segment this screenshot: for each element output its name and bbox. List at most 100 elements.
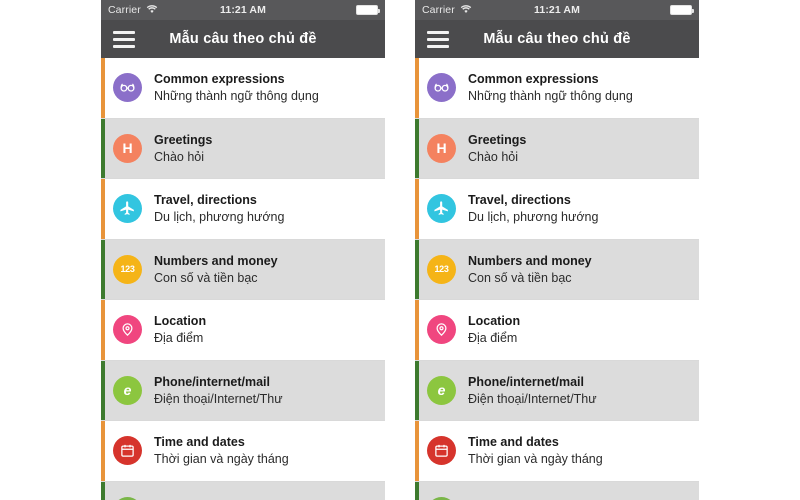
category-color-bar	[415, 58, 419, 118]
carrier-label: Carrier	[108, 4, 141, 16]
status-bar-left: Carrier	[108, 4, 158, 17]
internet-e-icon: e	[427, 375, 456, 405]
list-item-subtitle: Chào hỏi	[154, 149, 205, 164]
map-pin-icon	[113, 315, 142, 345]
hand-wave-icon: H	[427, 133, 456, 163]
list-item-text: Numbers and money Con số và tiền bạc	[468, 252, 592, 288]
list-item-subtitle: Chào hỏi	[468, 149, 519, 164]
screenshot-stage: Carrier 11:21 AM Mẫu câu theo chủ đề Common…	[0, 0, 800, 500]
list-item-title: Greetings	[468, 132, 527, 147]
list-item-title: Numbers and money	[154, 253, 278, 268]
category-color-bar	[101, 179, 105, 239]
category-color-bar	[101, 118, 105, 178]
status-bar-right	[356, 5, 380, 15]
list-item-text: Common expressions Những thành ngữ thông …	[468, 70, 633, 106]
status-bar-left: Carrier	[422, 4, 472, 17]
list-item[interactable]: 123 Numbers and money Con số và tiền bạc	[101, 239, 385, 300]
airplane-icon	[427, 194, 456, 224]
list-item-text: Travel, directions Du lịch, phương hướng	[154, 191, 284, 227]
list-item-subtitle: Những thành ngữ thông dụng	[154, 89, 319, 103]
category-color-bar	[101, 300, 105, 360]
list-item-text: Numbers and money Con số và tiền bạc	[154, 252, 278, 288]
list-item-subtitle: Những thành ngữ thông dụng	[468, 89, 633, 103]
category-color-bar	[101, 239, 105, 299]
list-item-text: Greetings Chào hỏi	[154, 131, 212, 167]
list-item-title: Location	[468, 314, 521, 328]
list-item[interactable]: Travel, directions Du lịch, phương hướng	[415, 179, 699, 240]
list-item[interactable]: Location Địa điểm	[415, 300, 699, 361]
list-item[interactable]: Travel, directions Du lịch, phương hướng	[101, 179, 385, 240]
carrier-label: Carrier	[422, 4, 455, 16]
category-color-bar	[101, 421, 105, 481]
list-item-subtitle: Điện thoại/Internet/Thư	[154, 391, 283, 406]
list-item[interactable]: Location Địa điểm	[101, 300, 385, 361]
nav-bar: Mẫu câu theo chủ đề	[101, 20, 385, 58]
list-item-subtitle: Địa điểm	[468, 331, 518, 345]
list-item-title: Travel, directions	[154, 193, 257, 207]
status-bar: Carrier 11:21 AM	[415, 0, 699, 20]
list-item-title: Greetings	[154, 132, 213, 147]
list-item-title: Time and dates	[154, 435, 245, 449]
category-color-bar	[415, 118, 419, 178]
category-color-bar	[101, 58, 105, 118]
list-item[interactable]: Time and dates Thời gian và ngày tháng	[101, 421, 385, 482]
category-color-bar	[415, 239, 419, 299]
category-color-bar	[415, 421, 419, 481]
list-item[interactable]: Common expressions Những thành ngữ thông …	[415, 58, 699, 119]
status-bar-right	[670, 5, 694, 15]
calendar-icon	[427, 436, 456, 466]
internet-e-icon: e	[113, 375, 142, 405]
list-item[interactable]: Accommodations	[101, 481, 385, 500]
list-item-text: Time and dates Thời gian và ngày tháng	[154, 433, 289, 469]
list-item-text: Travel, directions Du lịch, phương hướng	[468, 191, 598, 227]
list-item-title: Numbers and money	[468, 253, 592, 268]
list-item-text: Common expressions Những thành ngữ thông …	[154, 70, 319, 106]
wifi-icon	[460, 4, 472, 17]
glasses-icon	[427, 73, 456, 103]
list-item-title: Phone/internet/mail	[468, 374, 584, 389]
list-item-subtitle: Con số và tiền bạc	[468, 270, 572, 285]
list-item-title: Location	[154, 314, 207, 328]
page-title: Mẫu câu theo chủ đề	[169, 31, 317, 47]
glasses-icon	[113, 73, 142, 103]
list-item[interactable]: e Phone/internet/mail Điện thoại/Internet/…	[415, 360, 699, 421]
battery-full-icon	[670, 5, 694, 15]
hamburger-menu-icon[interactable]	[113, 30, 135, 48]
list-item-subtitle: Con số và tiền bạc	[154, 270, 258, 285]
list-item-subtitle: Du lịch, phương hướng	[154, 210, 285, 224]
list-item-subtitle: Điện thoại/Internet/Thư	[468, 391, 597, 406]
topic-list: Common expressions Những thành ngữ thông …	[415, 58, 699, 500]
list-item[interactable]: 123 Numbers and money Con số và tiền bạc	[415, 239, 699, 300]
wifi-icon	[146, 4, 158, 17]
phone-screen-left: Carrier 11:21 AM Mẫu câu theo chủ đề Common…	[101, 0, 385, 500]
list-item-title: Time and dates	[468, 435, 559, 449]
category-color-bar	[101, 360, 105, 420]
list-item[interactable]: H Greetings Chào hỏi	[101, 118, 385, 179]
list-item-subtitle: Du lịch, phương hướng	[468, 210, 599, 224]
list-item[interactable]: Common expressions Những thành ngữ thông …	[101, 58, 385, 119]
status-bar: Carrier 11:21 AM	[101, 0, 385, 20]
list-item[interactable]: H Greetings Chào hỏi	[415, 118, 699, 179]
category-color-bar	[415, 481, 419, 500]
category-color-bar	[415, 300, 419, 360]
list-item-title: Travel, directions	[468, 193, 571, 207]
phone-screen-right: Carrier 11:21 AM Mẫu câu theo chủ đề Common…	[415, 0, 699, 500]
hand-wave-icon: H	[113, 133, 142, 163]
page-title: Mẫu câu theo chủ đề	[483, 31, 631, 47]
list-item-subtitle: Thời gian và ngày tháng	[468, 452, 603, 466]
list-item-title: Common expressions	[154, 72, 285, 86]
list-item[interactable]: e Phone/internet/mail Điện thoại/Internet/…	[101, 360, 385, 421]
category-color-bar	[101, 481, 105, 500]
list-item-title: Common expressions	[468, 72, 599, 86]
hamburger-menu-icon[interactable]	[427, 30, 449, 48]
numbers-123-icon: 123	[427, 254, 456, 284]
battery-full-icon	[356, 5, 380, 15]
category-color-bar	[415, 360, 419, 420]
list-item-text: Time and dates Thời gian và ngày tháng	[468, 433, 603, 469]
list-item-text: Phone/internet/mail Điện thoại/Internet/T…	[468, 373, 597, 409]
list-item-text: Location Địa điểm	[154, 312, 206, 348]
list-item[interactable]: Accommodations	[415, 481, 699, 500]
numbers-123-icon: 123	[113, 254, 142, 284]
list-item[interactable]: Time and dates Thời gian và ngày tháng	[415, 421, 699, 482]
list-item-text: Location Địa điểm	[468, 312, 520, 348]
